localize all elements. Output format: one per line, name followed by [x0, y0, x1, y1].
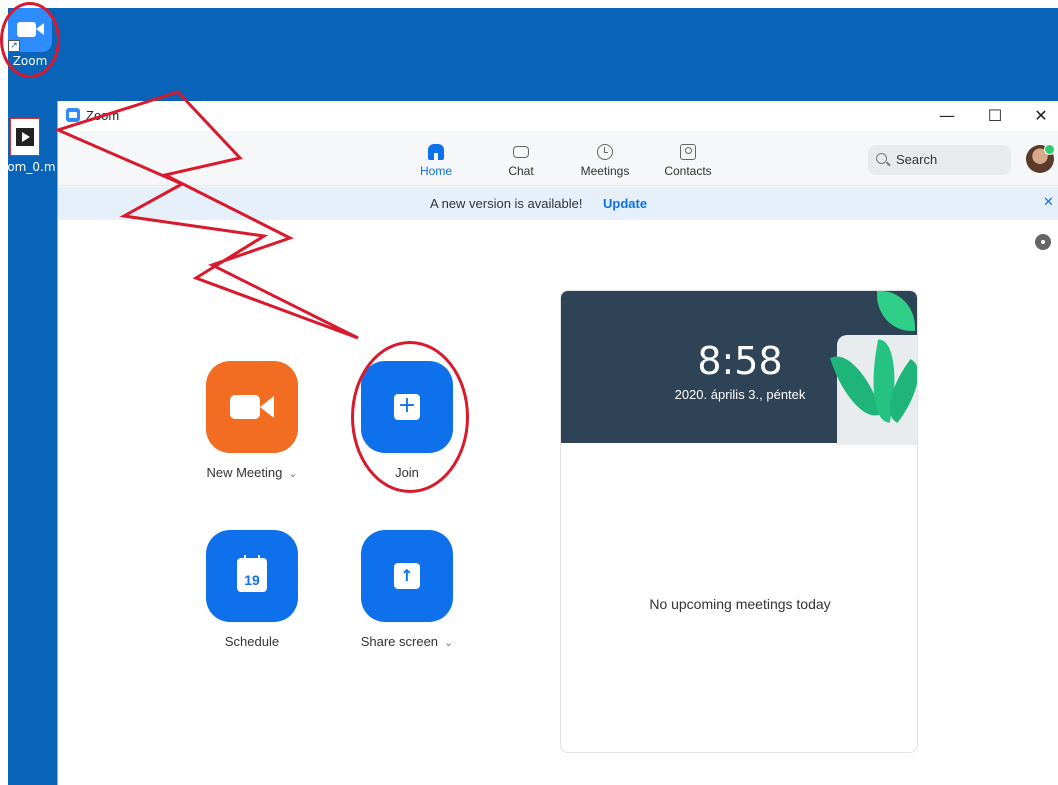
- annotation-lightning-arrow: [53, 90, 359, 340]
